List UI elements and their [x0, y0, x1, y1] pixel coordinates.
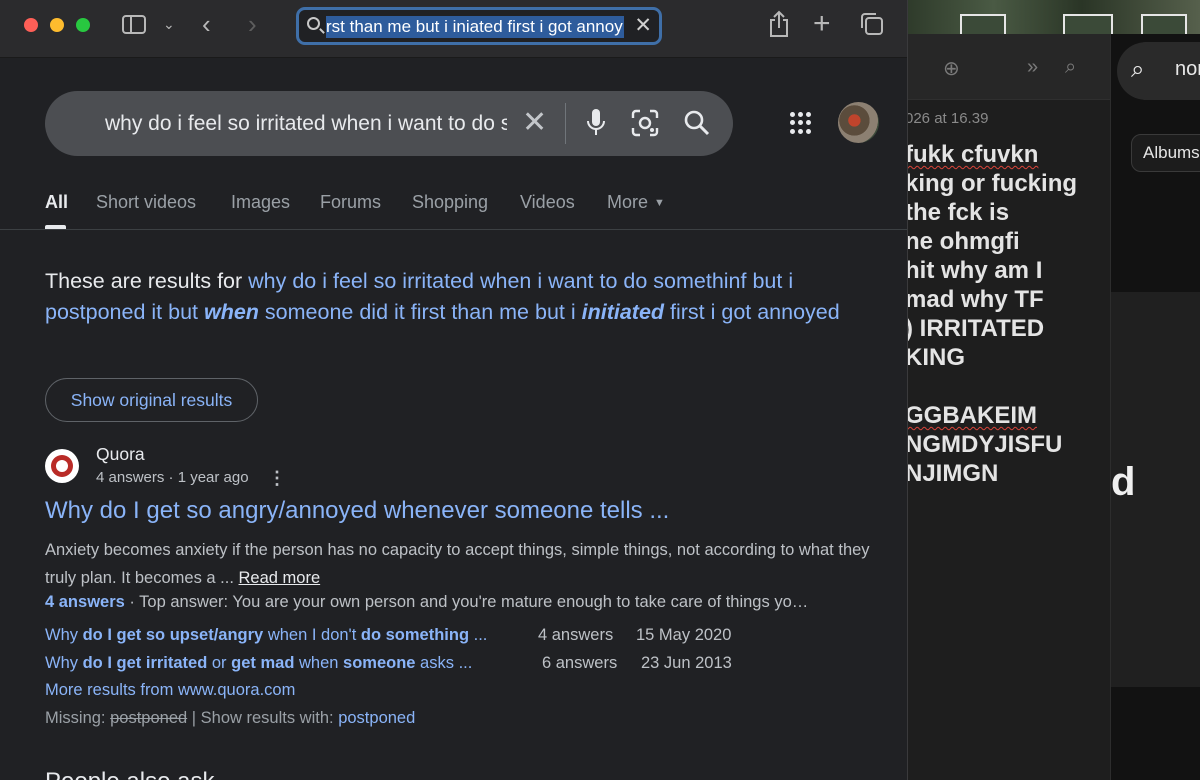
photos-search-field[interactable]: ⌕ nor [1117, 42, 1200, 100]
photos-window: ⌕ nor Albums d [1111, 34, 1200, 780]
note-line [905, 372, 1110, 401]
note-line: GGBAKEIM [905, 402, 1037, 429]
desktop-wallpaper-strip [905, 0, 1200, 34]
window-thumbnail[interactable] [1063, 14, 1113, 34]
notes-window: ⊕ » ⌕ 026 at 16.39 fukk cfuvkn king or f… [905, 34, 1111, 780]
tab-forums[interactable]: Forums [320, 192, 381, 213]
search-icon[interactable] [683, 109, 711, 137]
albums-chip[interactable]: Albums [1131, 134, 1200, 172]
related-question-link[interactable]: Why do I get irritated or get mad when s… [45, 654, 472, 673]
active-tab-indicator [45, 225, 66, 229]
chevron-down-icon[interactable]: ⌄ [163, 16, 175, 33]
window-thumbnail[interactable] [1141, 14, 1187, 34]
note-body[interactable]: fukk cfuvkn king or fucking the fck is n… [905, 140, 1110, 488]
photos-content: d [1111, 292, 1200, 687]
related-date: 23 Jun 2013 [641, 654, 732, 672]
new-tab-button[interactable]: + [813, 7, 831, 41]
more-results-link[interactable]: More results from www.quora.com [45, 681, 295, 700]
zoom-window-button[interactable] [76, 18, 90, 32]
window-thumbnail[interactable] [960, 14, 1006, 34]
spelling-correction-notice: These are results for why do i feel so i… [45, 269, 840, 324]
note-date: 026 at 16.39 [905, 110, 989, 127]
camera-lens-icon[interactable] [631, 109, 659, 137]
show-results-with-link[interactable]: postponed [338, 709, 415, 727]
browser-window: ⌄ ‹ › rst than me but i iniated first i … [0, 0, 908, 780]
top-answer-line: 4 answers · Top answer: You are your own… [45, 593, 809, 611]
quora-logo-icon[interactable] [45, 449, 79, 483]
note-line: mad why TF [905, 286, 1044, 313]
more-options-icon[interactable]: ⋮ [268, 468, 286, 489]
photos-search-text: nor [1175, 58, 1200, 80]
sidebar-toggle-icon[interactable] [122, 15, 146, 34]
address-text[interactable]: rst than me but i iniated first i got an… [326, 16, 624, 38]
search-tabs: All Short videos Images Forums Shopping … [0, 186, 907, 230]
clear-search-button[interactable]: ✕ [522, 105, 547, 140]
answers-link[interactable]: 4 answers [45, 593, 125, 611]
back-button[interactable]: ‹ [202, 9, 211, 40]
notes-toolbar: ⊕ » ⌕ [905, 34, 1110, 100]
browser-toolbar: ⌄ ‹ › rst than me but i iniated first i … [0, 0, 907, 58]
tab-all[interactable]: All [45, 192, 68, 213]
note-line: hit why am I [905, 257, 1043, 284]
note-line: ne ohmgfi [905, 228, 1020, 255]
minimize-window-button[interactable] [50, 18, 64, 32]
related-answer-count: 4 answers [538, 626, 614, 644]
note-line: NGMDYJISFU [905, 431, 1063, 458]
section-heading: People also ask [45, 768, 214, 780]
tab-short-videos[interactable]: Short videos [96, 192, 196, 213]
note-line: KING [905, 344, 965, 371]
tab-more[interactable]: More ▼ [607, 192, 665, 213]
forward-button[interactable]: › [248, 9, 257, 40]
photos-heading-fragment: d [1111, 460, 1136, 504]
search-icon[interactable]: ⌕ [1065, 56, 1076, 79]
related-question-link[interactable]: Why do I get so upset/angry when I don't… [45, 626, 487, 645]
result-source-name[interactable]: Quora [96, 444, 145, 465]
missing-terms-line: Missing: postponed | Show results with: … [45, 709, 416, 727]
related-answer-count: 6 answers [542, 654, 618, 672]
account-avatar[interactable] [838, 102, 879, 143]
search-icon [307, 17, 320, 30]
microphone-icon[interactable] [585, 108, 607, 138]
note-line: ) IRRITATED [905, 315, 1045, 342]
collaborate-icon[interactable]: ⊕ [943, 56, 960, 81]
close-window-button[interactable] [24, 18, 38, 32]
clear-address-button[interactable]: ✕ [634, 13, 652, 38]
google-search-box[interactable]: why do i feel so irritated when i want t… [45, 91, 733, 156]
note-line: king or fucking [905, 170, 1078, 197]
caret-down-icon: ▼ [654, 197, 665, 209]
tab-images[interactable]: Images [231, 192, 290, 213]
missing-term: postponed [110, 709, 188, 727]
note-line: fukk cfuvkn [905, 141, 1039, 168]
search-icon: ⌕ [1131, 56, 1145, 83]
share-icon[interactable] [768, 10, 790, 38]
result-title-link[interactable]: Why do I get so angry/annoyed whenever s… [45, 497, 669, 525]
more-toolbar-icon[interactable]: » [1027, 56, 1038, 79]
tab-overview-icon[interactable] [860, 12, 884, 36]
note-line: NJIMGN [905, 460, 999, 487]
read-more-link[interactable]: Read more [239, 569, 321, 587]
tab-videos[interactable]: Videos [520, 192, 575, 213]
tab-shopping[interactable]: Shopping [412, 192, 488, 213]
address-bar[interactable]: rst than me but i iniated first i got an… [296, 7, 662, 45]
google-apps-icon[interactable] [790, 112, 812, 134]
result-snippet: Anxiety becomes anxiety if the person ha… [45, 541, 870, 587]
show-original-results-button[interactable]: Show original results [45, 378, 258, 422]
search-divider [565, 103, 566, 144]
related-date: 15 May 2020 [636, 626, 732, 644]
result-source-meta: 4 answers · 1 year ago [96, 469, 249, 486]
note-line: the fck is [905, 199, 1010, 226]
search-query[interactable]: why do i feel so irritated when i want t… [105, 111, 507, 137]
background-windows: ⊕ » ⌕ 026 at 16.39 fukk cfuvkn king or f… [905, 0, 1200, 780]
